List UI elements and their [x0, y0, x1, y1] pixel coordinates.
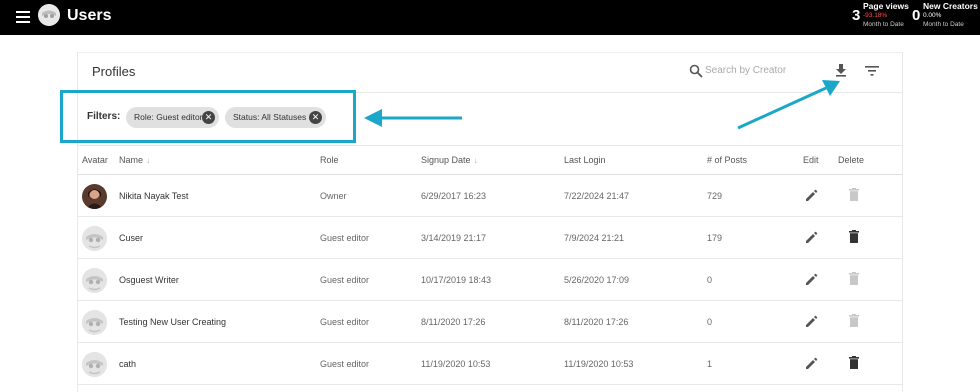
signup-date: 11/19/2020 10:53 — [421, 359, 491, 369]
post-count: 179 — [707, 233, 723, 243]
column-header-role: Role — [320, 155, 339, 165]
post-count: 729 — [707, 191, 723, 201]
pencil-icon[interactable] — [805, 273, 818, 286]
signup-date: 10/17/2019 18:43 — [421, 275, 492, 285]
stat-label: Page views — [863, 1, 909, 11]
avatar — [82, 226, 107, 251]
filter-chip-status[interactable]: Status: All Statuses ✕ — [225, 107, 326, 128]
post-count: 1 — [707, 359, 713, 369]
chip-label: Status: All Statuses — [233, 112, 307, 122]
user-role: Guest editor — [320, 359, 370, 369]
close-circle-icon[interactable]: ✕ — [202, 111, 215, 124]
search-input[interactable] — [705, 61, 825, 79]
trash-icon[interactable] — [849, 356, 859, 369]
signup-date: 6/29/2017 16:23 — [421, 191, 487, 201]
header-label: Signup Date — [421, 155, 471, 165]
pencil-icon[interactable] — [805, 189, 818, 202]
last-login: 11/19/2020 10:53 — [564, 359, 634, 369]
user-role: Guest editor — [320, 233, 370, 243]
close-circle-icon[interactable]: ✕ — [309, 111, 322, 124]
avatar — [82, 184, 107, 209]
stat-change: 0.00% — [923, 12, 942, 19]
trash-icon — [849, 272, 859, 285]
post-count: 0 — [707, 317, 713, 327]
divider — [78, 145, 902, 146]
last-login: 7/9/2024 21:21 — [564, 233, 625, 243]
user-role: Guest editor — [320, 275, 370, 285]
column-header-last-login: Last Login — [564, 155, 606, 165]
stat-period: Month to Date — [863, 21, 904, 28]
table-row: cath Guest editor 11/19/2020 10:53 11/19… — [78, 343, 902, 385]
user-name[interactable]: Testing New User Creating — [119, 317, 226, 327]
stat-value: 0 — [912, 7, 921, 24]
top-app-bar: Users 3 Page views -93.18% Month to Date… — [0, 0, 980, 35]
filters-label: Filters: — [87, 111, 121, 122]
table-row: Testing New User Creating Guest editor 8… — [78, 301, 902, 343]
pencil-icon[interactable] — [805, 231, 818, 244]
filter-list-icon[interactable] — [865, 65, 879, 77]
app-logo[interactable] — [38, 4, 60, 26]
hamburger-icon[interactable] — [16, 11, 30, 23]
avatar — [82, 268, 107, 293]
user-role: Guest editor — [320, 317, 370, 327]
column-header-avatar: Avatar — [82, 155, 108, 165]
table-row: Cuser Guest editor 3/14/2019 21:17 7/9/2… — [78, 217, 902, 259]
search-icon — [689, 64, 703, 78]
column-header-signup-date[interactable]: Signup Date ↓ — [421, 155, 478, 165]
column-header-delete: Delete — [838, 155, 865, 165]
trash-icon — [849, 188, 859, 201]
stat-label: New Creators — [923, 1, 978, 11]
user-role: Owner — [320, 191, 347, 201]
stat-change: -93.18% — [863, 12, 888, 19]
filter-chip-role[interactable]: Role: Guest editor ✕ — [126, 107, 219, 128]
signup-date: 8/11/2020 17:26 — [421, 317, 486, 327]
trash-icon — [849, 314, 859, 327]
table-row: Nikita Nayak Test Owner 6/29/2017 16:23 … — [78, 175, 902, 217]
user-name[interactable]: Nikita Nayak Test — [119, 191, 188, 201]
table-row: Osguest Writer Guest editor 10/17/2019 1… — [78, 259, 902, 301]
pencil-icon[interactable] — [805, 315, 818, 328]
user-name[interactable]: Osguest Writer — [119, 275, 179, 285]
last-login: 5/26/2020 17:09 — [564, 275, 630, 285]
post-count: 0 — [707, 275, 713, 285]
last-login: 7/22/2024 21:47 — [564, 191, 630, 201]
column-header-edit: Edit — [803, 155, 819, 165]
trash-icon[interactable] — [849, 230, 859, 243]
column-header-posts: # of Posts — [707, 155, 748, 165]
pencil-icon[interactable] — [805, 357, 818, 370]
app-title: Users — [67, 7, 112, 24]
stat-value: 3 — [852, 7, 861, 24]
card-title: Profiles — [92, 64, 136, 79]
sort-arrow-icon[interactable]: ↓ — [146, 155, 151, 165]
signup-date: 3/14/2019 21:17 — [421, 233, 487, 243]
download-icon[interactable] — [834, 63, 848, 77]
avatar — [82, 310, 107, 335]
column-header-name[interactable]: Name ↓ — [119, 155, 151, 165]
user-name[interactable]: Cuser — [119, 233, 143, 243]
chip-label: Role: Guest editor — [134, 112, 203, 122]
header-label: Name — [119, 155, 144, 165]
avatar — [82, 352, 107, 377]
stat-period: Month to Date — [923, 21, 964, 28]
sort-arrow-icon[interactable]: ↓ — [474, 155, 479, 165]
last-login: 8/11/2020 17:26 — [564, 317, 629, 327]
user-name[interactable]: cath — [119, 359, 136, 369]
